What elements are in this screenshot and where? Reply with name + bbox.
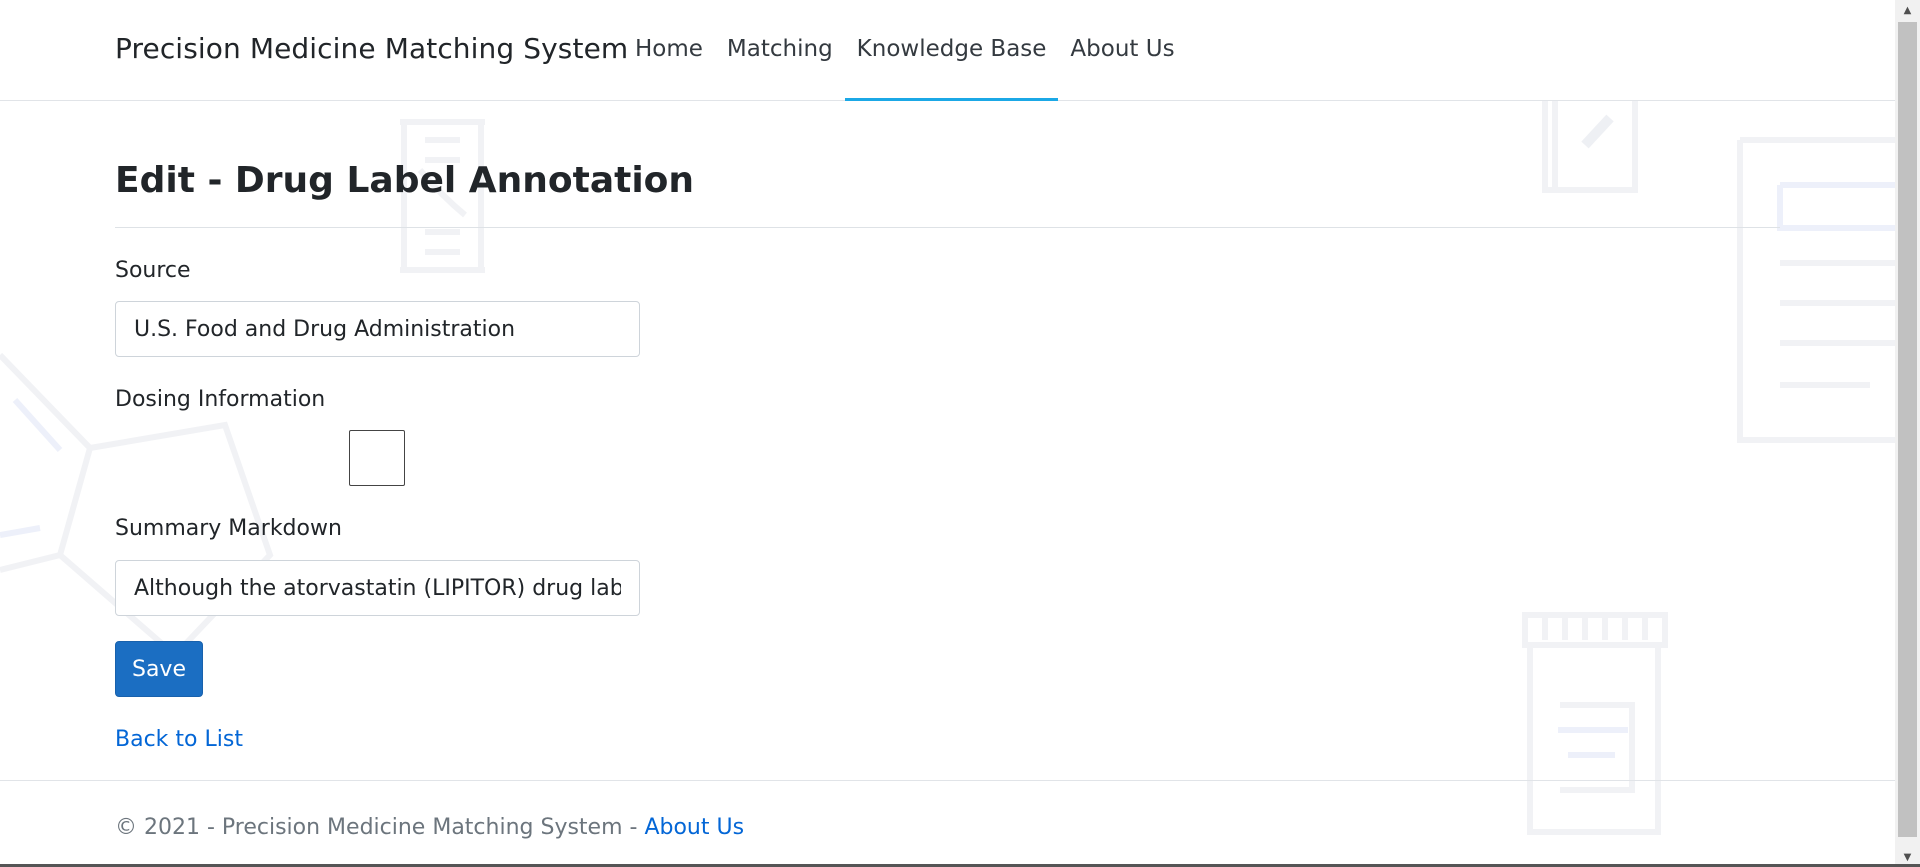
back-to-list-link[interactable]: Back to List <box>115 727 243 752</box>
summary-markdown-label: Summary Markdown <box>115 516 342 541</box>
footer-text: © 2021 - Precision Medicine Matching Sys… <box>115 815 744 840</box>
page-title: Edit - Drug Label Annotation <box>115 160 695 201</box>
page: Precision Medicine Matching System Home … <box>0 0 1920 867</box>
vertical-scrollbar[interactable]: ▲ ▼ <box>1895 0 1920 867</box>
brand-link[interactable]: Precision Medicine Matching System <box>115 32 628 65</box>
footer: © 2021 - Precision Medicine Matching Sys… <box>0 780 1895 867</box>
dosing-information-checkbox[interactable] <box>349 430 405 486</box>
nav-home[interactable]: Home <box>623 0 715 100</box>
nav-links: Home Matching Knowledge Base About Us <box>623 0 1187 101</box>
clipboard-icon <box>1542 100 1638 193</box>
background-decoration <box>0 100 1895 835</box>
nav-knowledge-base[interactable]: Knowledge Base <box>844 0 1059 101</box>
scroll-up-arrow-icon[interactable]: ▲ <box>1895 0 1920 20</box>
nav-matching[interactable]: Matching <box>715 0 845 100</box>
footer-about-us-link[interactable]: About Us <box>644 815 744 840</box>
dosing-information-label: Dosing Information <box>115 387 326 412</box>
source-input[interactable] <box>115 301 640 357</box>
title-divider <box>115 227 1780 228</box>
summary-markdown-input[interactable] <box>115 560 640 616</box>
nav-home-label: Home <box>635 36 703 62</box>
save-button[interactable]: Save <box>115 641 203 697</box>
top-navbar: Precision Medicine Matching System Home … <box>0 0 1895 101</box>
nav-matching-label: Matching <box>726 36 833 62</box>
footer-copyright: © 2021 - Precision Medicine Matching Sys… <box>115 815 645 840</box>
nav-about-us-label: About Us <box>1070 36 1175 62</box>
scroll-thumb[interactable] <box>1898 22 1917 837</box>
nav-knowledge-base-label: Knowledge Base <box>856 36 1047 62</box>
source-label: Source <box>115 258 191 283</box>
nav-about-us[interactable]: About Us <box>1058 0 1186 100</box>
document-icon <box>1737 137 1895 443</box>
